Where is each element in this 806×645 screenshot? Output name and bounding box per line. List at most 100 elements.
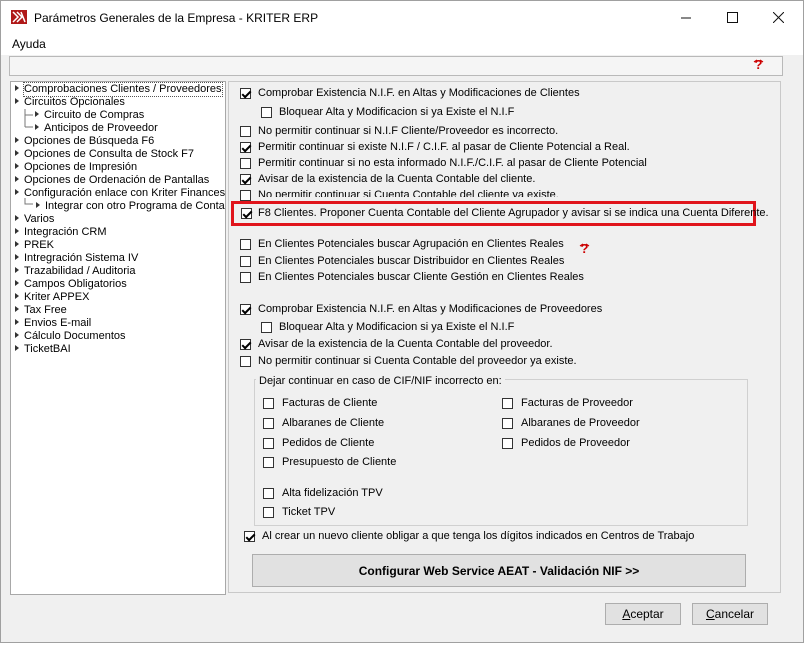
expand-arrow-icon[interactable]	[15, 150, 19, 156]
checkbox-bloquear-alta-proveedores[interactable]	[261, 322, 272, 333]
expand-arrow-icon[interactable]	[15, 215, 19, 221]
expand-arrow-icon[interactable]	[15, 267, 19, 273]
label-pedidos-cliente: Pedidos de Cliente	[282, 437, 375, 449]
checkbox-alta-fidelizacion-tpv[interactable]	[263, 488, 274, 499]
accept-label: ceptar	[630, 607, 664, 621]
label-nif-incorrecto: No permitir continuar si N.I.F Cliente/P…	[258, 125, 559, 137]
checkbox-ticket-tpv[interactable]	[263, 507, 274, 518]
tree-item-crm[interactable]: Integración CRM	[24, 226, 107, 239]
help-question-icon[interactable]: ?	[578, 242, 591, 255]
checkbox-f8-cuenta-agrupador[interactable]	[241, 208, 252, 219]
maximize-icon	[726, 11, 738, 23]
help-question-icon[interactable]: ?	[752, 58, 765, 71]
expand-arrow-icon[interactable]	[35, 124, 39, 130]
tree-item-anticipos[interactable]: Anticipos de Proveedor	[44, 122, 158, 135]
checkbox-pedidos-proveedor[interactable]	[502, 438, 513, 449]
expand-arrow-icon[interactable]	[15, 280, 19, 286]
label-pedidos-proveedor: Pedidos de Proveedor	[521, 437, 630, 449]
maximize-button[interactable]	[709, 1, 755, 33]
checkbox-nif-incorrecto[interactable]	[240, 126, 251, 137]
label-f8-cuenta-agrupador: F8 Clientes. Proponer Cuenta Contable de…	[258, 207, 769, 219]
tree-item-sistema-iv[interactable]: Intregración Sistema IV	[24, 252, 138, 265]
checkbox-facturas-proveedor[interactable]	[502, 398, 513, 409]
checkbox-comprobar-nif-clientes[interactable]	[240, 88, 251, 99]
label-permitir-existe-nif: Permitir continuar si existe N.I.F / C.I…	[258, 141, 630, 153]
label-presupuesto-cliente: Presupuesto de Cliente	[282, 456, 397, 468]
tree-item-circuitos[interactable]: Circuitos Opcionales	[24, 96, 125, 109]
tree-item-busqueda[interactable]: Opciones de Búsqueda F6	[24, 135, 154, 148]
expand-arrow-icon[interactable]	[15, 85, 19, 91]
checkbox-albaranes-cliente[interactable]	[263, 418, 274, 429]
expand-arrow-icon[interactable]	[15, 254, 19, 260]
svg-text:?: ?	[755, 58, 763, 71]
checkbox-presupuesto-cliente[interactable]	[263, 457, 274, 468]
cancel-button[interactable]: Cancelar	[692, 603, 768, 625]
checkbox-no-permitir-cuenta-cliente[interactable]	[240, 190, 251, 201]
checkbox-bloquear-alta-clientes[interactable]	[261, 107, 272, 118]
menu-help[interactable]: Ayuda	[12, 37, 46, 51]
tree-item-ordenacion[interactable]: Opciones de Ordenación de Pantallas	[24, 174, 209, 187]
expand-arrow-icon[interactable]	[15, 306, 19, 312]
label-facturas-proveedor: Facturas de Proveedor	[521, 397, 633, 409]
label-digitos-centros-trabajo: Al crear un nuevo cliente obligar a que …	[262, 530, 695, 542]
tree-item-integrar-contabilidad[interactable]: Integrar con otro Programa de Contabi	[45, 200, 225, 213]
expand-arrow-icon[interactable]	[15, 163, 19, 169]
expand-arrow-icon[interactable]	[15, 241, 19, 247]
expand-arrow-icon[interactable]	[15, 319, 19, 325]
label-ticket-tpv: Ticket TPV	[282, 506, 336, 518]
checkbox-buscar-cliente-gestion[interactable]	[240, 272, 251, 283]
checkbox-digitos-centros-trabajo[interactable]	[244, 531, 255, 542]
checkbox-pedidos-cliente[interactable]	[263, 438, 274, 449]
expand-arrow-icon[interactable]	[15, 345, 19, 351]
close-button[interactable]	[755, 1, 801, 33]
checkbox-facturas-cliente[interactable]	[263, 398, 274, 409]
tree-item-envios-email[interactable]: Envios E-mail	[24, 317, 91, 330]
minimize-icon	[680, 17, 691, 18]
accept-mnemonic: A	[622, 607, 631, 621]
expand-arrow-icon[interactable]	[36, 202, 40, 208]
label-albaranes-proveedor: Albaranes de Proveedor	[521, 417, 640, 429]
checkbox-buscar-distribuidor[interactable]	[240, 256, 251, 267]
checkbox-no-permitir-cuenta-proveedor[interactable]	[240, 356, 251, 367]
label-facturas-cliente: Facturas de Cliente	[282, 397, 378, 409]
checkbox-avisar-cuenta-cliente[interactable]	[240, 174, 251, 185]
expand-arrow-icon[interactable]	[15, 189, 19, 195]
label-bloquear-alta-proveedores: Bloquear Alta y Modificacion si ya Exist…	[279, 321, 515, 333]
tree-item-kriter-appex[interactable]: Kriter APPEX	[24, 291, 89, 304]
toolbar-strip	[9, 56, 783, 76]
label-buscar-cliente-gestion: En Clientes Potenciales buscar Cliente G…	[258, 271, 584, 283]
tree-item-calculo-documentos[interactable]: Cálculo Documentos	[24, 330, 126, 343]
tree-item-comprobaciones[interactable]: Comprobaciones Clientes / Proveedores	[23, 82, 223, 97]
expand-arrow-icon[interactable]	[15, 137, 19, 143]
checkbox-permitir-no-informado[interactable]	[240, 158, 251, 169]
tree-item-varios[interactable]: Varios	[24, 213, 54, 226]
tree-item-impresion[interactable]: Opciones de Impresión	[24, 161, 137, 174]
tree-item-campos-obligatorios[interactable]: Campos Obligatorios	[24, 278, 127, 291]
tree-item-prek[interactable]: PREK	[24, 239, 54, 252]
expand-arrow-icon[interactable]	[15, 176, 19, 182]
minimize-button[interactable]	[663, 1, 709, 33]
checkbox-permitir-existe-nif[interactable]	[240, 142, 251, 153]
tree-item-tax-free[interactable]: Tax Free	[24, 304, 67, 317]
tree-item-circuito-compras[interactable]: Circuito de Compras	[44, 109, 144, 122]
label-buscar-distribuidor: En Clientes Potenciales buscar Distribui…	[258, 255, 565, 267]
expand-arrow-icon[interactable]	[15, 98, 19, 104]
tree-item-stock[interactable]: Opciones de Consulta de Stock F7	[24, 148, 194, 161]
kriter-app-icon	[11, 10, 27, 24]
expand-arrow-icon[interactable]	[35, 111, 39, 117]
svg-text:?: ?	[581, 242, 589, 255]
expand-arrow-icon[interactable]	[15, 228, 19, 234]
configurar-aeat-button[interactable]: Configurar Web Service AEAT - Validación…	[252, 554, 746, 587]
checkbox-buscar-agrupacion[interactable]	[240, 239, 251, 250]
tree-item-trazabilidad[interactable]: Trazabilidad / Auditoria	[24, 265, 136, 278]
checkbox-avisar-cuenta-proveedor[interactable]	[240, 339, 251, 350]
label-comprobar-nif-proveedores: Comprobar Existencia N.I.F. en Altas y M…	[258, 303, 603, 315]
checkbox-comprobar-nif-proveedores[interactable]	[240, 304, 251, 315]
checkbox-albaranes-proveedor[interactable]	[502, 418, 513, 429]
tree-item-ticketbai[interactable]: TicketBAI	[24, 343, 71, 356]
tree-item-kriter-finances[interactable]: Configuración enlace con Kriter Finances	[24, 187, 225, 200]
menu-bar: Ayuda	[1, 33, 803, 55]
accept-button[interactable]: Aceptar	[605, 603, 681, 625]
expand-arrow-icon[interactable]	[15, 293, 19, 299]
expand-arrow-icon[interactable]	[15, 332, 19, 338]
